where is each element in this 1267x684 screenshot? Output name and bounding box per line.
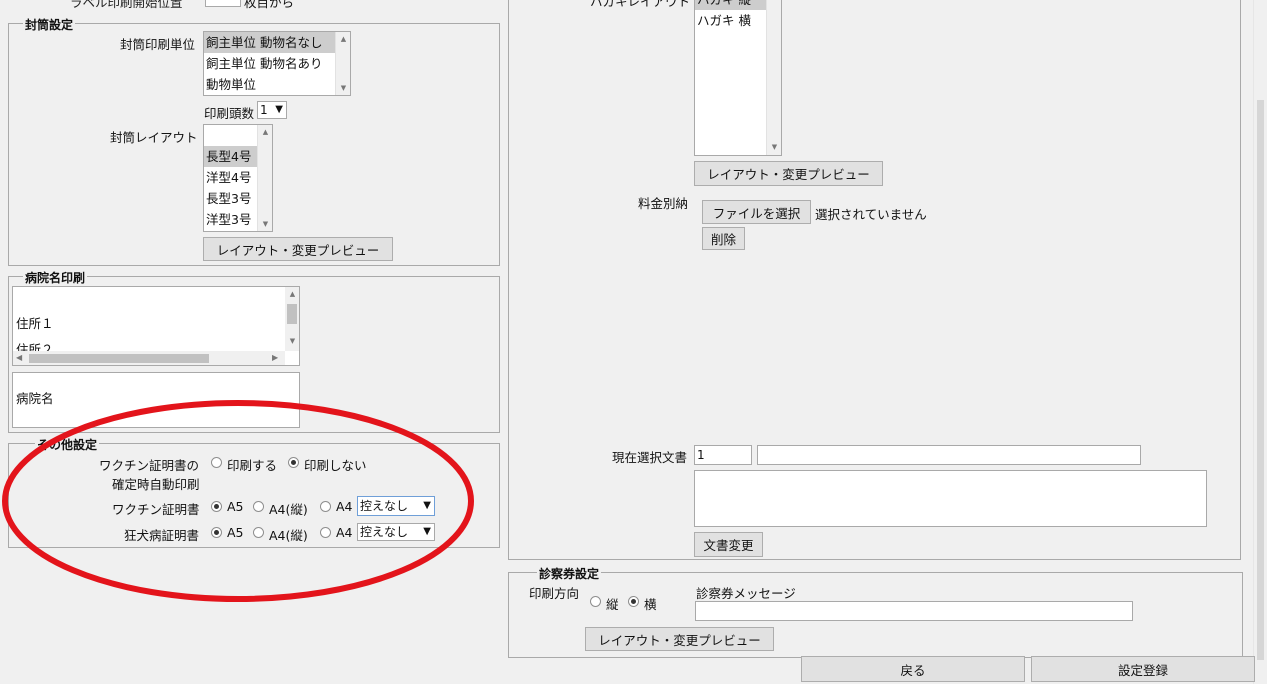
direction-horizontal-label: 横 — [644, 597, 657, 612]
file-select-button[interactable]: ファイルを選択 — [702, 200, 811, 224]
auto-print-off-radio[interactable] — [288, 457, 299, 468]
envelope-layout-listbox[interactable]: 長型4号 洋型4号 長型3号 洋型3号 ▲ ▼ — [203, 124, 273, 232]
vaccine-size-a4-label: A4 — [336, 499, 353, 514]
envelope-unit-option[interactable]: 動物単位 — [204, 74, 350, 95]
scroll-down-icon[interactable]: ▼ — [767, 143, 781, 151]
current-doc-label: 現在選択文書 — [612, 450, 688, 465]
page-scrollbar[interactable] — [1253, 0, 1267, 684]
scroll-thumb[interactable] — [287, 304, 297, 324]
hospital-name-legend: 病院名印刷 — [23, 269, 88, 286]
postcard-layout-scrollbar[interactable]: ▼ — [766, 0, 781, 155]
vaccine-size-a4-radio[interactable] — [320, 501, 331, 512]
file-status-text: 選択されていません — [815, 207, 927, 222]
doc-content-textarea[interactable] — [694, 470, 1207, 527]
address-line-1: 住所１ — [16, 316, 54, 331]
label-start-position-suffix: 枚目から — [244, 0, 295, 10]
exam-message-label: 診察券メッセージ — [696, 586, 796, 601]
vaccine-size-a5-radio[interactable] — [211, 501, 222, 512]
scroll-up-icon[interactable]: ▲ — [336, 35, 350, 43]
address-horizontal-scrollbar[interactable]: ◀ ▶ — [13, 351, 285, 365]
other-settings-legend: その他設定 — [35, 436, 100, 453]
envelope-unit-listbox[interactable]: 飼主単位 動物名なし 飼主単位 動物名あり 動物単位 ▲ ▼ — [203, 31, 351, 96]
rabies-cert-label: 狂犬病証明書 — [124, 528, 200, 543]
rabies-size-a5-label: A5 — [227, 525, 244, 540]
envelope-unit-option[interactable]: 飼主単位 動物名あり — [204, 53, 350, 74]
vaccine-cert-label: ワクチン証明書 — [112, 502, 200, 517]
envelope-unit-scrollbar[interactable]: ▲ ▼ — [335, 32, 350, 95]
rabies-size-a4v-radio[interactable] — [253, 527, 264, 538]
scroll-down-icon[interactable]: ▼ — [336, 84, 350, 92]
print-direction-label: 印刷方向 — [529, 586, 580, 601]
postcard-layout-preview-button[interactable]: レイアウト・変更プレビュー — [694, 161, 883, 186]
postcard-layout-label: ハガキレイアウト — [590, 0, 691, 9]
scroll-up-icon[interactable]: ▲ — [285, 290, 299, 298]
scroll-up-icon[interactable]: ▲ — [258, 128, 272, 136]
scroll-down-icon[interactable]: ▼ — [285, 337, 299, 345]
address-vertical-scrollbar[interactable]: ▲ ▼ — [285, 287, 299, 351]
rabies-copy-value: 控えなし — [360, 525, 409, 539]
scroll-down-icon[interactable]: ▼ — [258, 220, 272, 228]
chevron-down-icon: ▼ — [423, 500, 431, 511]
direction-vertical-radio[interactable] — [590, 596, 601, 607]
vaccine-size-a5-label: A5 — [227, 499, 244, 514]
print-count-label: 印刷頭数 — [204, 106, 255, 121]
current-doc-name-input[interactable] — [757, 445, 1141, 465]
auto-print-on-label: 印刷する — [227, 458, 278, 473]
label-start-position-select[interactable] — [205, 0, 241, 7]
doc-change-button[interactable]: 文書変更 — [694, 532, 763, 557]
current-doc-number-input[interactable]: 1 — [694, 445, 752, 465]
scroll-thumb[interactable] — [1257, 100, 1264, 660]
hospital-name-text: 病院名 — [16, 391, 54, 406]
envelope-unit-label: 封筒印刷単位 — [120, 37, 196, 52]
save-settings-button[interactable]: 設定登録 — [1031, 656, 1255, 682]
envelope-unit-option[interactable]: 飼主単位 動物名なし — [204, 32, 350, 53]
label-start-position-label: ラベル印刷開始位置 — [70, 0, 183, 10]
scroll-thumb[interactable] — [29, 354, 209, 363]
envelope-layout-preview-button[interactable]: レイアウト・変更プレビュー — [203, 237, 393, 261]
back-button[interactable]: 戻る — [801, 656, 1025, 682]
vaccine-copy-select[interactable]: 控えなし ▼ — [357, 496, 435, 516]
vaccine-size-a4v-radio[interactable] — [253, 501, 264, 512]
direction-horizontal-radio[interactable] — [628, 596, 639, 607]
auto-print-off-label: 印刷しない — [304, 458, 367, 473]
vaccine-auto-print-label-1: ワクチン証明書の — [99, 458, 200, 473]
chevron-down-icon: ▼ — [423, 526, 431, 537]
rabies-size-a4v-label: A4(縦) — [269, 528, 308, 543]
delete-button[interactable]: 削除 — [702, 227, 745, 250]
envelope-layout-label: 封筒レイアウト — [110, 130, 198, 145]
rabies-size-a4-radio[interactable] — [320, 527, 331, 538]
vaccine-auto-print-label-2: 確定時自動印刷 — [112, 477, 200, 492]
address-lines-box[interactable]: 住所１ 住所２ ▲ ▼ ◀ ▶ — [12, 286, 300, 366]
exam-ticket-legend: 診察券設定 — [537, 565, 602, 582]
vaccine-size-a4v-label: A4(縦) — [269, 502, 308, 517]
rabies-size-a5-radio[interactable] — [211, 527, 222, 538]
postcard-layout-listbox[interactable]: ハガキ 縦 ハガキ 横 ▼ — [694, 0, 782, 156]
exam-layout-preview-button[interactable]: レイアウト・変更プレビュー — [585, 627, 774, 651]
postage-label: 料金別納 — [638, 196, 689, 211]
auto-print-on-radio[interactable] — [211, 457, 222, 468]
print-count-select[interactable]: 1 ▼ — [257, 101, 287, 119]
vaccine-copy-value: 控えなし — [360, 499, 409, 513]
hospital-name-box[interactable]: 病院名 — [12, 372, 300, 428]
rabies-size-a4-label: A4 — [336, 525, 353, 540]
envelope-settings-legend: 封筒設定 — [23, 16, 76, 33]
chevron-down-icon: ▼ — [275, 104, 283, 115]
exam-message-input[interactable] — [695, 601, 1133, 621]
direction-vertical-label: 縦 — [606, 597, 619, 612]
scroll-right-icon[interactable]: ▶ — [272, 353, 278, 362]
envelope-layout-scrollbar[interactable]: ▲ ▼ — [257, 125, 272, 231]
print-count-value: 1 — [260, 103, 268, 117]
rabies-copy-select[interactable]: 控えなし ▼ — [357, 523, 435, 541]
scroll-left-icon[interactable]: ◀ — [16, 353, 22, 362]
